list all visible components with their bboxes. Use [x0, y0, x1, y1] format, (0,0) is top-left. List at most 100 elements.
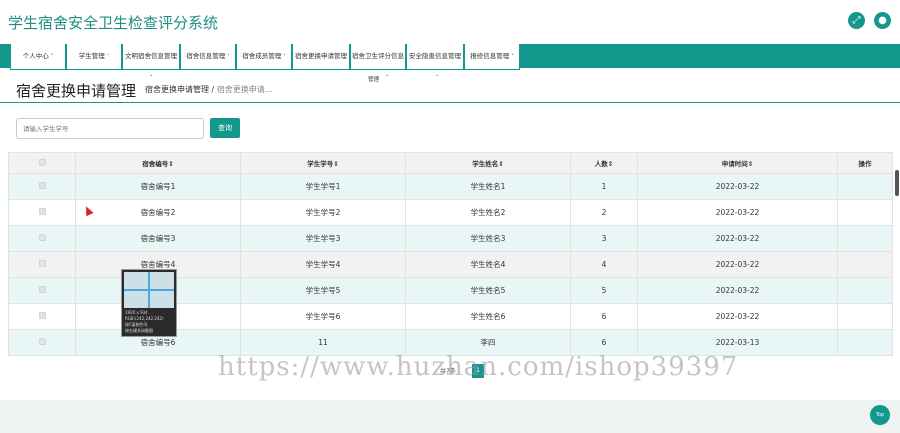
- column-header[interactable]: 申请时间⇕: [637, 152, 838, 174]
- subnav-manage[interactable]: 管理: [368, 75, 379, 83]
- search-input[interactable]: [16, 118, 204, 139]
- table-cell: 学生姓名1: [405, 173, 571, 200]
- breadcrumb-current[interactable]: 宿舍更换申请管理: [145, 85, 209, 94]
- table-row[interactable]: 宿舍编号1 学生学号1 学生姓名1 1 2022-03-22: [8, 173, 893, 200]
- nav-item-label: 文明宿舍信息管理: [125, 52, 177, 60]
- column-header: 操作: [837, 152, 893, 174]
- table-cell: 宿舍编号3: [75, 225, 241, 252]
- table-cell: 2022-03-22: [637, 277, 838, 304]
- page-title: 宿舍更换申请管理: [16, 82, 137, 100]
- chevron-down-icon: ˅: [50, 54, 54, 60]
- table-cell: 2022-03-22: [637, 303, 838, 330]
- column-header[interactable]: 学生学号⇕: [240, 152, 406, 174]
- table-cell: 学生学号4: [240, 251, 406, 278]
- table-cell: [837, 277, 893, 304]
- table-cell: 学生姓名5: [405, 277, 571, 304]
- row-checkbox[interactable]: [38, 338, 46, 345]
- subnav-caret[interactable]: ˅: [386, 75, 389, 81]
- scrollbar-thumb[interactable]: [895, 170, 899, 196]
- nav-item-label: 报修信息管理: [470, 52, 510, 60]
- table-cell: 学生学号2: [240, 199, 406, 226]
- table-cell: 宿舍编号2: [75, 199, 241, 226]
- table-cell: [837, 173, 893, 200]
- expand-icon[interactable]: ⤢: [848, 12, 865, 29]
- column-header[interactable]: 宿舍编号⇕: [75, 152, 241, 174]
- watermark: https://www.huzhan.com/ishop39397: [218, 352, 739, 382]
- table-cell: 5: [570, 277, 638, 304]
- table-cell: 2022-03-22: [637, 199, 838, 226]
- nav-item-dorm-members[interactable]: 宿舍成员管理 ˅: [236, 44, 292, 70]
- nav-item-repair[interactable]: 报修信息管理 ˅: [464, 44, 520, 70]
- row-checkbox[interactable]: [38, 286, 46, 293]
- user-icon[interactable]: ●: [874, 12, 891, 29]
- table-cell: 学生姓名3: [405, 225, 571, 252]
- table-cell: 1: [570, 173, 638, 200]
- nav-item-dorm-info[interactable]: 宿舍信息管理 ˅: [180, 44, 236, 70]
- top-bar: 学生宿舍安全卫生检查评分系统 ⤢ ●: [0, 0, 900, 44]
- table-cell: 学生学号1: [240, 173, 406, 200]
- table-cell: 4: [570, 251, 638, 278]
- nav-item-label: 个人中心: [22, 52, 49, 60]
- table-cell: 2: [570, 199, 638, 226]
- table-cell: 学生姓名6: [405, 303, 571, 330]
- nav-item-label: 学生管理: [78, 52, 105, 60]
- row-checkbox[interactable]: [38, 312, 46, 319]
- main-nav: 个人中心 ˅ 学生管理 ˅ 文明宿舍信息管理 宿舍信息管理 ˅ 宿舍成员管理 ˅ 宿舍更…: [0, 44, 900, 70]
- nav-item-label: 宿舍更换申请管理: [295, 52, 347, 60]
- crosshair-vertical: [148, 272, 150, 308]
- chevron-down-icon: ˅: [106, 54, 110, 60]
- app-title: 学生宿舍安全卫生检查评分系统: [8, 14, 219, 32]
- table-cell: 学生学号6: [240, 303, 406, 330]
- select-all-checkbox[interactable]: [38, 158, 46, 166]
- color-picker-overlay: 1920 x 934 RGB:(242,242,242) 按C复制色号 按右键关…: [121, 269, 177, 337]
- nav-item-civilized-dorm[interactable]: 文明宿舍信息管理: [122, 44, 180, 70]
- overlay-rgb: RGB:(242,242,242): [125, 316, 164, 321]
- breadcrumb: 宿舍更换申请管理 / 宿舍更换申请...: [145, 84, 272, 95]
- row-select-cell: [8, 329, 76, 356]
- chevron-down-icon: ˅: [283, 54, 286, 60]
- table-row[interactable]: 宿舍编号2 学生学号2 学生姓名2 2 2022-03-22: [8, 199, 893, 226]
- row-checkbox[interactable]: [38, 260, 46, 267]
- table-cell: [837, 251, 893, 278]
- nav-item-label: 宿舍成员管理: [242, 52, 282, 60]
- table-cell: [837, 225, 893, 252]
- table-row[interactable]: 宿舍编号3 学生学号3 学生姓名3 3 2022-03-22: [8, 225, 893, 252]
- nav-item-hygiene-score[interactable]: 宿舍卫生评分信息: [350, 44, 406, 70]
- table-cell: 3: [570, 225, 638, 252]
- table-cell: 学生姓名2: [405, 199, 571, 226]
- nav-item-dorm-change[interactable]: 宿舍更换申请管理: [292, 44, 350, 70]
- nav-item-safety-hazard[interactable]: 安全隐患信息管理: [406, 44, 464, 70]
- row-checkbox[interactable]: [38, 182, 46, 189]
- subnav-caret[interactable]: ˅: [436, 75, 439, 81]
- table-cell: 宿舍编号1: [75, 173, 241, 200]
- table-header-row: 宿舍编号⇕ 学生学号⇕ 学生姓名⇕ 人数⇕ 申请时间⇕ 操作: [8, 152, 893, 174]
- column-header[interactable]: 学生姓名⇕: [405, 152, 571, 174]
- table-cell: 2022-03-22: [637, 251, 838, 278]
- column-header[interactable]: 人数⇕: [570, 152, 638, 174]
- search-button[interactable]: 查询: [210, 118, 240, 138]
- row-select-cell: [8, 173, 76, 200]
- chevron-down-icon: ˅: [227, 54, 230, 60]
- table-cell: 6: [570, 303, 638, 330]
- row-select-cell: [8, 277, 76, 304]
- table-cell: [837, 303, 893, 330]
- row-select-cell: [8, 225, 76, 252]
- breadcrumb-trail: 宿舍更换申请...: [216, 85, 273, 94]
- breadcrumb-separator: /: [211, 85, 215, 94]
- zoom-preview: [124, 272, 174, 308]
- row-select-cell: [8, 199, 76, 226]
- nav-item-profile[interactable]: 个人中心 ˅: [10, 44, 66, 70]
- table-cell: 学生姓名4: [405, 251, 571, 278]
- subnav-caret[interactable]: ˅: [150, 75, 153, 81]
- chevron-down-icon: ˅: [511, 54, 514, 60]
- table-cell: 学生学号5: [240, 277, 406, 304]
- table-cell: [837, 199, 893, 226]
- table-cell: [837, 329, 893, 356]
- back-to-top-button[interactable]: Top: [870, 405, 890, 425]
- nav-item-students[interactable]: 学生管理 ˅: [66, 44, 122, 70]
- row-checkbox[interactable]: [38, 234, 46, 241]
- overlay-size: 1920 x 934: [125, 310, 148, 315]
- nav-item-label: 宿舍信息管理: [186, 52, 226, 60]
- row-checkbox[interactable]: [38, 208, 46, 215]
- table-cell: 2022-03-22: [637, 225, 838, 252]
